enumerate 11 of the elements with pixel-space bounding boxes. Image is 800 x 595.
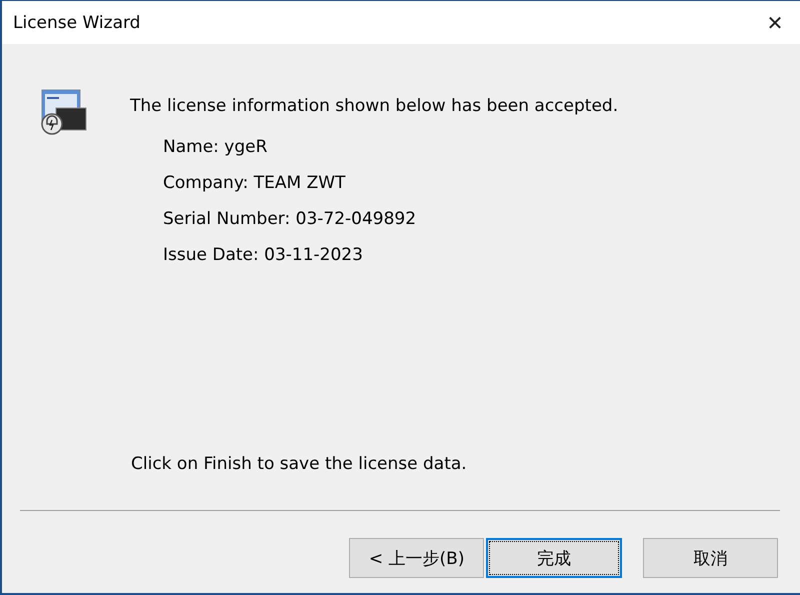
license-detail: Issue Date: 03-11-2023 — [163, 244, 364, 267]
license-detail: Company: TEAM ZWT — [163, 172, 346, 195]
license-detail: Serial Number: 03-72-049892 — [163, 208, 418, 231]
dialog-button[interactable]: 取消 — [642, 538, 778, 578]
license-detail: Name: ygeR — [163, 136, 268, 159]
accepted-message: The license information shown below has been accepted. — [130, 96, 618, 116]
license-icon — [40, 88, 88, 136]
instruction-text: Click on Finish to save the license data. — [131, 454, 468, 474]
dialog-button[interactable]: < 上一步(B) — [349, 538, 484, 578]
window-title: License Wizard — [13, 12, 140, 32]
dialog-button[interactable]: 完成 — [486, 538, 622, 578]
